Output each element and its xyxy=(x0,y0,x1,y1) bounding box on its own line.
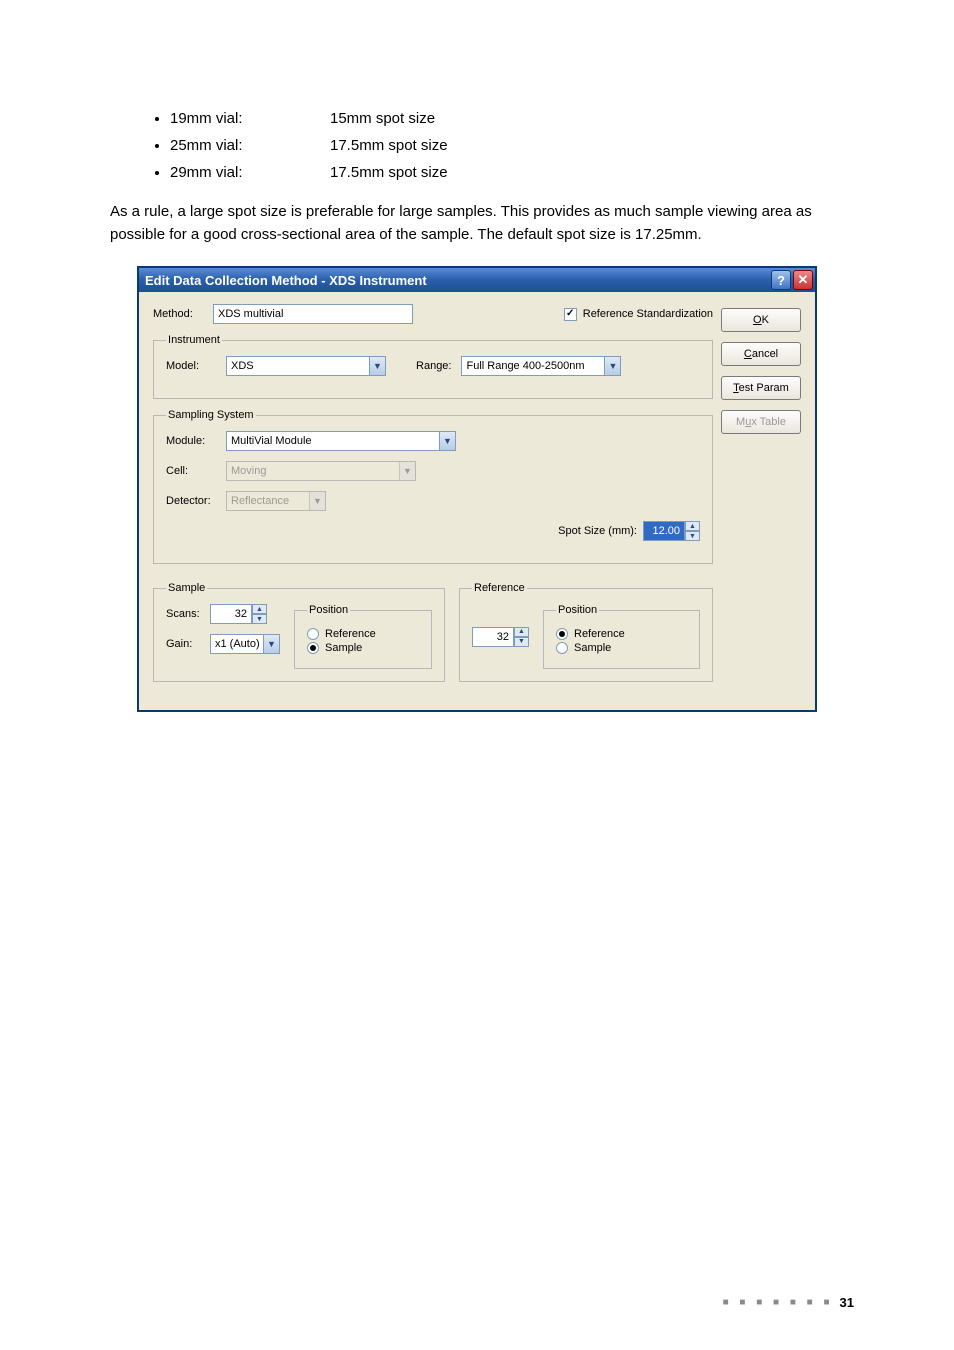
range-label: Range: xyxy=(416,360,451,372)
list-item: 29mm vial:17.5mm spot size xyxy=(170,164,844,181)
spin-down-icon[interactable]: ▼ xyxy=(514,637,529,647)
chevron-down-icon: ▼ xyxy=(369,357,385,375)
spin-down-icon[interactable]: ▼ xyxy=(685,531,700,541)
sample-scans-spinner[interactable]: ▲ ▼ xyxy=(210,604,267,624)
reference-scans-input[interactable] xyxy=(472,627,514,647)
page-number: ■ ■ ■ ■ ■ ■ ■ 31 xyxy=(723,1295,854,1310)
close-icon[interactable]: ✕ xyxy=(793,270,813,290)
cell-select: Moving ▼ xyxy=(226,461,416,481)
chevron-down-icon: ▼ xyxy=(604,357,620,375)
sampling-system-group: Sampling System Module: MultiVial Module… xyxy=(153,409,713,564)
list-item: 19mm vial:15mm spot size xyxy=(170,110,844,127)
gain-label: Gain: xyxy=(166,638,210,650)
reference-position-group: Position Reference Sample xyxy=(543,604,700,669)
dialog-title: Edit Data Collection Method - XDS Instru… xyxy=(145,273,427,288)
range-select[interactable]: Full Range 400-2500nm ▼ xyxy=(461,356,621,376)
edit-method-dialog: Edit Data Collection Method - XDS Instru… xyxy=(137,266,817,712)
sample-position-reference-radio[interactable] xyxy=(307,628,319,640)
sample-position-group: Position Reference Sample xyxy=(294,604,432,669)
ok-button[interactable]: OK xyxy=(721,308,801,332)
detector-select: Reflectance ▼ xyxy=(226,491,326,511)
page-dots-icon: ■ ■ ■ ■ ■ ■ ■ xyxy=(723,1297,834,1308)
chevron-down-icon: ▼ xyxy=(439,432,455,450)
sample-position-sample-radio[interactable] xyxy=(307,642,319,654)
reference-position-sample-radio[interactable] xyxy=(556,642,568,654)
cell-label: Cell: xyxy=(166,465,226,477)
reference-group: Reference ▲ ▼ xyxy=(459,582,713,682)
radio-label: Sample xyxy=(325,642,362,654)
module-select[interactable]: MultiVial Module ▼ xyxy=(226,431,456,451)
test-param-button[interactable]: Test Param xyxy=(721,376,801,400)
ref-std-label: Reference Standardization xyxy=(583,308,713,320)
spot-size-input[interactable] xyxy=(643,521,685,541)
radio-label: Reference xyxy=(574,628,625,640)
detector-label: Detector: xyxy=(166,495,226,507)
help-icon[interactable]: ? xyxy=(771,270,791,290)
spot-size-label: Spot Size (mm): xyxy=(558,525,637,537)
chevron-down-icon: ▼ xyxy=(399,462,415,480)
sample-scans-input[interactable] xyxy=(210,604,252,624)
cancel-button[interactable]: Cancel xyxy=(721,342,801,366)
vial-list: 19mm vial:15mm spot size 25mm vial:17.5m… xyxy=(170,110,844,181)
spin-down-icon[interactable]: ▼ xyxy=(252,614,267,624)
sample-group: Sample Scans: ▲ ▼ xyxy=(153,582,445,682)
spin-up-icon[interactable]: ▲ xyxy=(685,521,700,531)
model-select[interactable]: XDS ▼ xyxy=(226,356,386,376)
method-input[interactable] xyxy=(213,304,413,324)
list-item: 25mm vial:17.5mm spot size xyxy=(170,137,844,154)
reference-scans-spinner[interactable]: ▲ ▼ xyxy=(472,627,529,647)
mux-table-button: Mux Table xyxy=(721,410,801,434)
instrument-group: Instrument Model: XDS ▼ Range: Full Rang… xyxy=(153,334,713,399)
chevron-down-icon: ▼ xyxy=(263,635,279,653)
radio-label: Sample xyxy=(574,642,611,654)
gain-select[interactable]: x1 (Auto) ▼ xyxy=(210,634,280,654)
ref-std-checkbox[interactable]: ✓ xyxy=(564,308,577,321)
spin-up-icon[interactable]: ▲ xyxy=(514,627,529,637)
model-label: Model: xyxy=(166,360,226,372)
radio-label: Reference xyxy=(325,628,376,640)
scans-label: Scans: xyxy=(166,608,210,620)
body-paragraph: As a rule, a large spot size is preferab… xyxy=(110,201,844,246)
reference-position-reference-radio[interactable] xyxy=(556,628,568,640)
method-label: Method: xyxy=(153,308,213,320)
dialog-titlebar: Edit Data Collection Method - XDS Instru… xyxy=(139,268,815,292)
chevron-down-icon: ▼ xyxy=(309,492,325,510)
spot-size-spinner[interactable]: ▲ ▼ xyxy=(643,521,700,541)
module-label: Module: xyxy=(166,435,226,447)
spin-up-icon[interactable]: ▲ xyxy=(252,604,267,614)
